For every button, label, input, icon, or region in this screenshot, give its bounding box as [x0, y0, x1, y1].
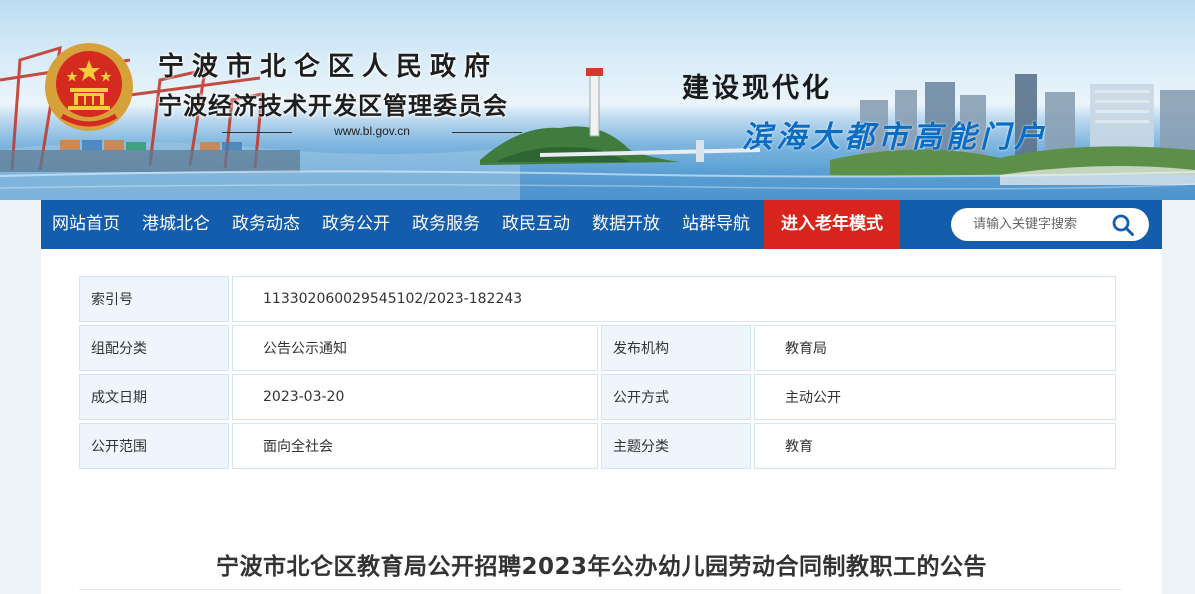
meta-label-scope: 公开范围	[79, 423, 229, 469]
meta-label-index: 索引号	[79, 276, 229, 322]
nav-item-open-data[interactable]: 数据开放	[581, 200, 671, 249]
meta-value-date: 2023-03-20	[232, 374, 598, 420]
nav-item-interaction[interactable]: 政民互动	[491, 200, 581, 249]
nav-item-site-group[interactable]: 站群导航	[671, 200, 761, 249]
document-meta-table: 索引号 113302060029545102/2023-182243 组配分类 …	[76, 273, 1119, 472]
meta-value-topic: 教育	[754, 423, 1116, 469]
meta-label-topic: 主题分类	[601, 423, 751, 469]
meta-row: 公开范围 面向全社会 主题分类 教育	[79, 423, 1116, 469]
nav-item-gov-news[interactable]: 政务动态	[221, 200, 311, 249]
search-icon[interactable]	[1111, 213, 1135, 237]
nav-item-home[interactable]: 网站首页	[41, 200, 131, 249]
meta-row: 索引号 113302060029545102/2023-182243	[79, 276, 1116, 322]
search-box	[951, 208, 1149, 241]
national-emblem-icon	[45, 43, 133, 131]
article-title: 宁波市北仑区教育局公开招聘2023年公办幼儿园劳动合同制教职工的公告	[215, 554, 987, 580]
elder-mode-button[interactable]: 进入老年模式	[764, 200, 900, 249]
meta-value-method: 主动公开	[754, 374, 1116, 420]
search-input[interactable]	[971, 216, 1115, 233]
meta-value-publisher: 教育局	[754, 325, 1116, 371]
slogan-primary: 建设现代化	[682, 73, 832, 104]
nav-item-gov-disclosure[interactable]: 政务公开	[311, 200, 401, 249]
meta-value-scope: 面向全社会	[232, 423, 598, 469]
site-title: 宁波市北仑区人民政府	[158, 52, 499, 82]
main-content: 索引号 113302060029545102/2023-182243 组配分类 …	[41, 249, 1162, 594]
nav-item-port-city[interactable]: 港城北仑	[131, 200, 221, 249]
meta-label-method: 公开方式	[601, 374, 751, 420]
main-nav: 网站首页 港城北仑 政务动态 政务公开 政务服务 政民互动 数据开放 站群导航 …	[41, 200, 1162, 249]
meta-row: 组配分类 公告公示通知 发布机构 教育局	[79, 325, 1116, 371]
site-subtitle: 宁波经济技术开发区管理委员会	[158, 91, 508, 120]
nav-item-gov-services[interactable]: 政务服务	[401, 200, 491, 249]
meta-value-index: 113302060029545102/2023-182243	[232, 276, 1116, 322]
meta-label-date: 成文日期	[79, 374, 229, 420]
meta-label-category: 组配分类	[79, 325, 229, 371]
meta-value-category: 公告公示通知	[232, 325, 598, 371]
slogan-secondary: 滨海大都市高能门户	[742, 120, 1048, 155]
title-divider	[79, 589, 1122, 590]
meta-label-publisher: 发布机构	[601, 325, 751, 371]
header-banner: 宁波市北仑区人民政府 宁波经济技术开发区管理委员会 www.bl.gov.cn …	[0, 0, 1195, 200]
meta-row: 成文日期 2023-03-20 公开方式 主动公开	[79, 374, 1116, 420]
site-url: www.bl.gov.cn	[222, 124, 522, 138]
